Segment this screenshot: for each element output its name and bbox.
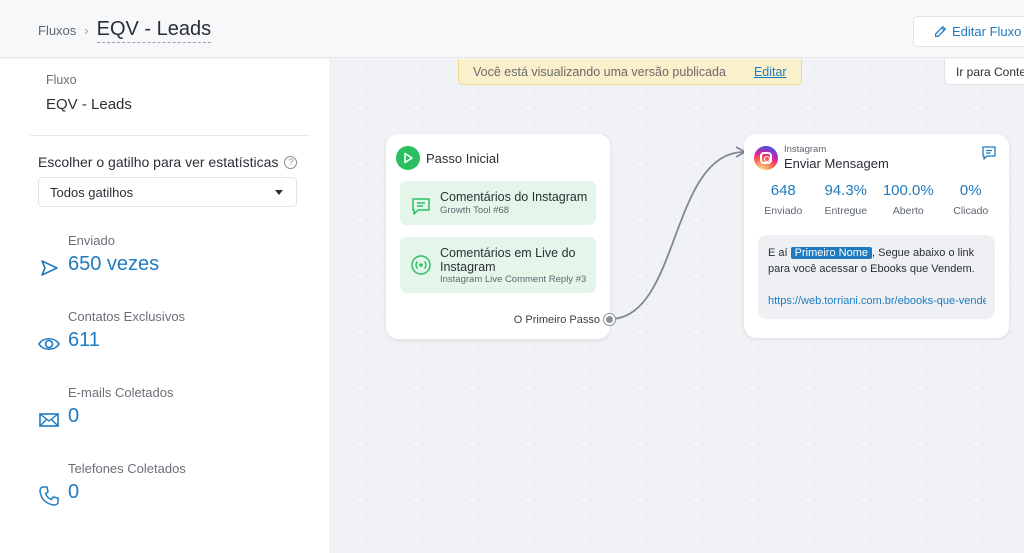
breadcrumb: Fluxos › EQV - Leads xyxy=(38,18,212,43)
top-header: Fluxos › EQV - Leads Editar Fluxo xyxy=(0,0,1024,58)
mail-icon xyxy=(39,413,59,427)
comment-icon xyxy=(412,198,430,215)
trigger-subtitle: Instagram Live Comment Reply #3 xyxy=(440,274,587,285)
stat-label: Telefones Coletados xyxy=(68,461,186,476)
message-node-title: Enviar Mensagem xyxy=(784,156,889,171)
edit-link[interactable]: Editar xyxy=(754,65,787,79)
metric-opened: 100.0% Aberto xyxy=(877,182,940,217)
trigger-label: Escolher o gatilho para ver estatísticas… xyxy=(38,154,298,170)
edit-flow-label: Editar Fluxo xyxy=(952,24,1022,39)
divider xyxy=(30,135,310,136)
message-preview[interactable]: E aí Primeiro Nome, Segue abaixo o link … xyxy=(758,235,995,319)
metric-value: 648 xyxy=(770,182,796,199)
trigger-title: Comentários em Live do Instagram xyxy=(440,246,576,274)
stat-value: 0 xyxy=(68,405,80,427)
stat-value: 650 vezes xyxy=(68,253,160,275)
start-node-header: Passo Inicial xyxy=(396,146,499,170)
stat-value: 611 xyxy=(68,329,100,351)
trigger-subtitle: Growth Tool #68 xyxy=(440,205,510,216)
trigger-title: Comentários do Instagram xyxy=(440,190,588,204)
goto-content-button[interactable]: Ir para Conteúdo xyxy=(944,59,1024,85)
edit-flow-button[interactable]: Editar Fluxo xyxy=(913,16,1024,47)
notice-text: Você está visualizando uma versão public… xyxy=(473,64,726,79)
metric-clicked: 0% Clicado xyxy=(940,182,1003,217)
start-step-node[interactable]: Passo Inicial Comentários do Instagram G… xyxy=(386,134,610,339)
metric-value: 100.0% xyxy=(882,182,934,199)
stats-sidebar: Fluxo EQV - Leads Escolher o gatilho par… xyxy=(0,59,331,553)
output-label: O Primeiro Passo xyxy=(513,314,600,326)
trigger-select-value: Todos gatilhos xyxy=(50,184,134,200)
play-icon xyxy=(396,146,420,170)
metric-value: 0% xyxy=(959,182,982,199)
stat-value: 0 xyxy=(68,481,80,503)
eye-icon xyxy=(38,337,60,351)
first-name-tag: Primeiro Nome xyxy=(790,247,872,259)
message-prefix: E aí xyxy=(768,247,788,259)
help-icon[interactable]: ? xyxy=(284,155,298,169)
metric-label: Clicado xyxy=(953,205,989,217)
trigger-instagram-live-comments[interactable]: Comentários em Live do Instagram Instagr… xyxy=(400,237,596,293)
metric-value: 94.3% xyxy=(824,182,868,199)
metric-sent: 648 Enviado xyxy=(752,182,815,217)
metric-label: Entregue xyxy=(824,205,868,217)
message-link[interactable]: https://web.torriani.com.br/ebooks-que-v… xyxy=(768,293,986,309)
message-channel: Instagram xyxy=(784,144,827,155)
metric-label: Aberto xyxy=(892,205,924,217)
phone-icon xyxy=(39,486,59,506)
stat-label: Contatos Exclusivos xyxy=(68,309,186,324)
caret-down-icon xyxy=(275,190,283,195)
message-metrics: 648 Enviado 94.3% Entregue 100.0% Aberto… xyxy=(752,182,1002,217)
send-icon xyxy=(41,260,58,276)
stat-label: E-mails Coletados xyxy=(68,385,174,400)
pencil-icon xyxy=(935,25,947,37)
breadcrumb-flows-link[interactable]: Fluxos xyxy=(38,23,76,38)
output-port[interactable] xyxy=(604,314,615,325)
live-icon xyxy=(411,255,431,275)
metric-delivered: 94.3% Entregue xyxy=(815,182,878,217)
trigger-instagram-comments[interactable]: Comentários do Instagram Growth Tool #68 xyxy=(400,181,596,225)
stat-label: Enviado xyxy=(68,233,115,248)
flow-name: EQV - Leads xyxy=(46,96,132,113)
comment-icon[interactable] xyxy=(981,145,997,161)
flow-label: Fluxo xyxy=(46,73,77,87)
breadcrumb-separator: › xyxy=(84,23,89,38)
metric-label: Enviado xyxy=(764,205,803,217)
trigger-select[interactable]: Todos gatilhos xyxy=(38,177,297,207)
send-message-node[interactable]: Instagram Enviar Mensagem 648 Enviado 94… xyxy=(744,134,1009,338)
trigger-label-text: Escolher o gatilho para ver estatísticas xyxy=(38,154,279,170)
instagram-icon xyxy=(754,146,778,170)
page-title[interactable]: EQV - Leads xyxy=(96,18,212,43)
published-version-notice: Você está visualizando uma versão public… xyxy=(458,59,802,85)
start-node-title: Passo Inicial xyxy=(426,150,499,166)
